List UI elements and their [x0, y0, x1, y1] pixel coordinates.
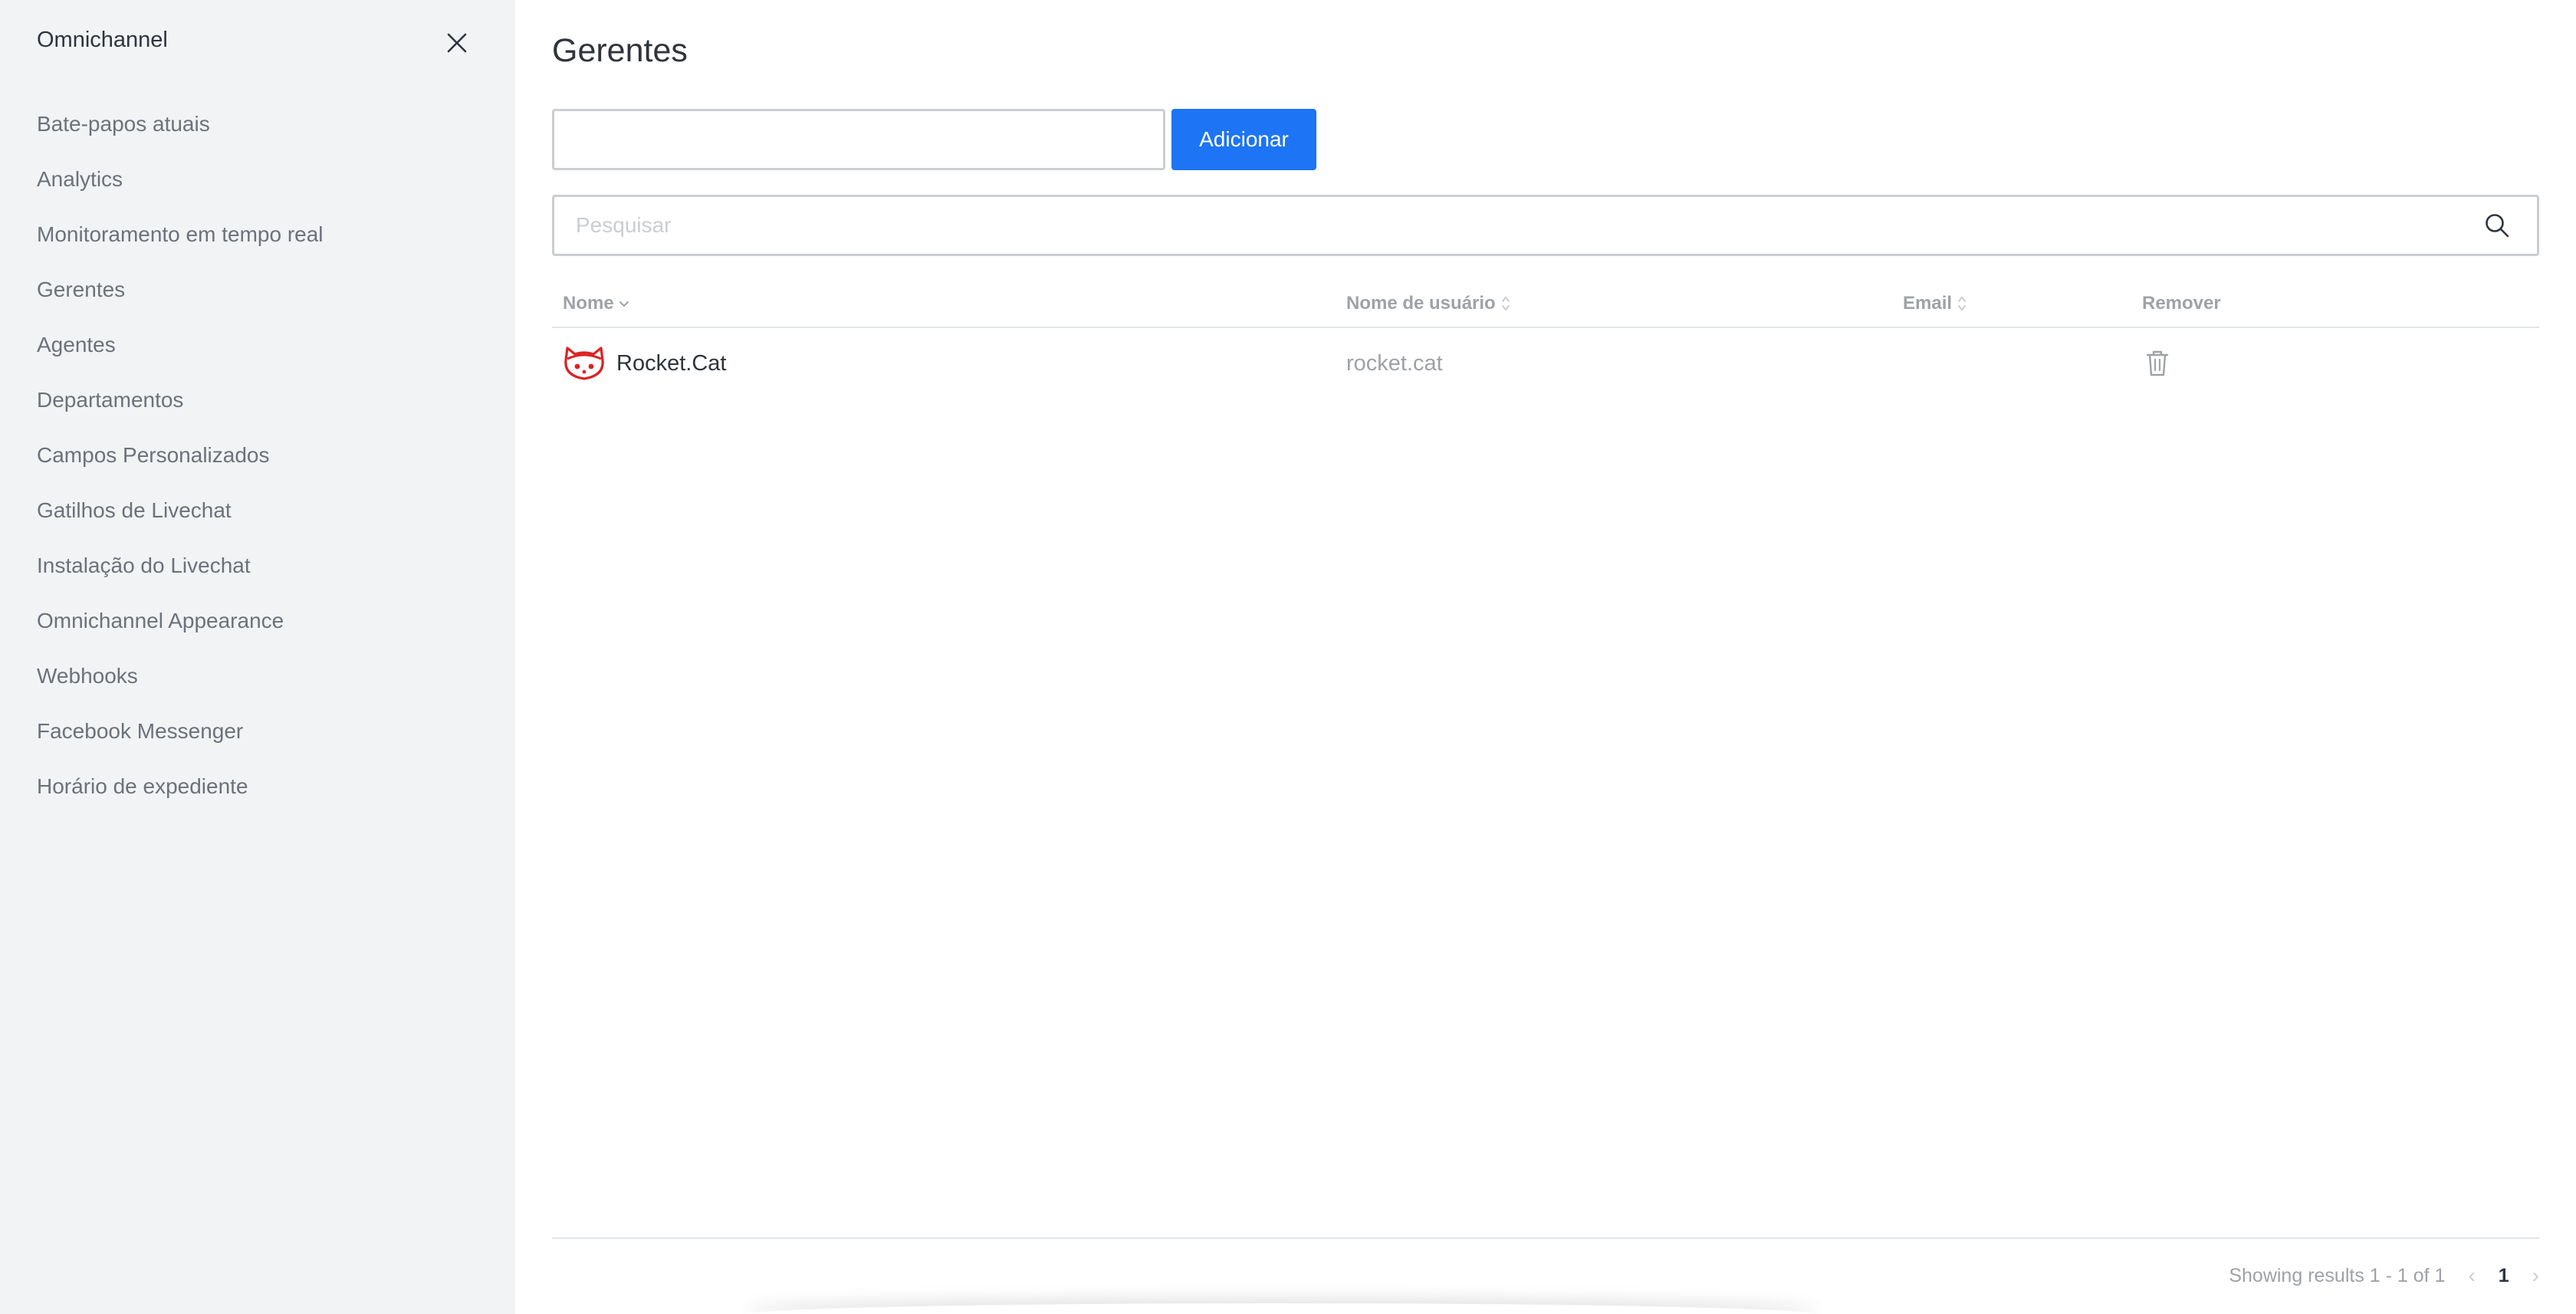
sidebar-item-gatilhos-livechat[interactable]: Gatilhos de Livechat	[37, 483, 324, 538]
column-header-email[interactable]: Email	[1903, 293, 1967, 314]
sidebar-item-analytics[interactable]: Analytics	[37, 152, 324, 207]
close-sidebar-button[interactable]	[442, 28, 472, 58]
column-header-label: Nome de usuário	[1346, 293, 1496, 314]
column-header-remover: Remover	[2142, 293, 2221, 314]
next-page-button[interactable]: ›	[2532, 1263, 2539, 1288]
add-button[interactable]: Adicionar	[1171, 109, 1316, 170]
main-content: Gerentes Adicionar Nome Nome de usuário	[515, 0, 2576, 1314]
sidebar-item-gerentes[interactable]: Gerentes	[37, 262, 324, 317]
sidebar-nav: Bate-papos atuais Analytics Monitorament…	[37, 97, 324, 814]
sidebar-item-bate-papos-atuais[interactable]: Bate-papos atuais	[37, 97, 324, 152]
rocket-cat-avatar	[563, 345, 606, 382]
page-title: Gerentes	[552, 32, 688, 69]
user-name: Rocket.Cat	[616, 351, 727, 376]
column-header-nome-usuario[interactable]: Nome de usuário	[1346, 293, 1511, 314]
search-box	[552, 195, 2539, 256]
remove-button[interactable]	[2142, 347, 2173, 380]
sort-desc-icon	[619, 298, 629, 309]
sidebar-item-departamentos[interactable]: Departamentos	[37, 373, 324, 428]
sidebar-item-agentes[interactable]: Agentes	[37, 317, 324, 373]
footer-divider	[552, 1237, 2539, 1239]
search-icon[interactable]	[2482, 210, 2512, 241]
sidebar-item-omnichannel-appearance[interactable]: Omnichannel Appearance	[37, 593, 324, 649]
column-header-label: Nome	[563, 293, 614, 314]
page-number-button[interactable]: 1	[2499, 1265, 2509, 1287]
trash-icon	[2146, 350, 2169, 376]
sidebar-item-facebook-messenger[interactable]: Facebook Messenger	[37, 704, 324, 759]
sidebar-item-campos-personalizados[interactable]: Campos Personalizados	[37, 428, 324, 483]
sidebar-item-instalacao-livechat[interactable]: Instalação do Livechat	[37, 538, 324, 593]
app-window: Omnichannel Bate-papos atuais Analytics …	[0, 0, 2576, 1314]
sidebar-title: Omnichannel	[37, 28, 168, 52]
table-header: Nome Nome de usuário Email Remover	[552, 285, 2539, 328]
column-header-nome[interactable]: Nome	[563, 293, 629, 314]
add-manager-input[interactable]	[552, 109, 1165, 170]
table-row[interactable]: Rocket.Cat rocket.cat	[552, 330, 2539, 400]
pagination: Showing results 1 - 1 of 1 ‹ 1 ›	[2229, 1260, 2539, 1291]
bottom-shadow	[745, 1303, 1819, 1314]
results-count: Showing results 1 - 1 of 1	[2229, 1264, 2446, 1286]
column-header-label: Email	[1903, 293, 1953, 314]
user-username: rocket.cat	[1346, 351, 1443, 376]
sidebar: Omnichannel Bate-papos atuais Analytics …	[0, 0, 515, 1314]
sort-icon	[1957, 295, 1967, 312]
search-input[interactable]	[554, 197, 2482, 254]
close-icon	[447, 33, 467, 53]
sort-icon	[1500, 295, 1511, 312]
sidebar-item-monitoramento[interactable]: Monitoramento em tempo real	[37, 207, 324, 262]
sidebar-item-horario-expediente[interactable]: Horário de expediente	[37, 759, 324, 814]
column-header-label: Remover	[2142, 293, 2221, 314]
sidebar-item-webhooks[interactable]: Webhooks	[37, 649, 324, 704]
prev-page-button[interactable]: ‹	[2468, 1263, 2475, 1288]
